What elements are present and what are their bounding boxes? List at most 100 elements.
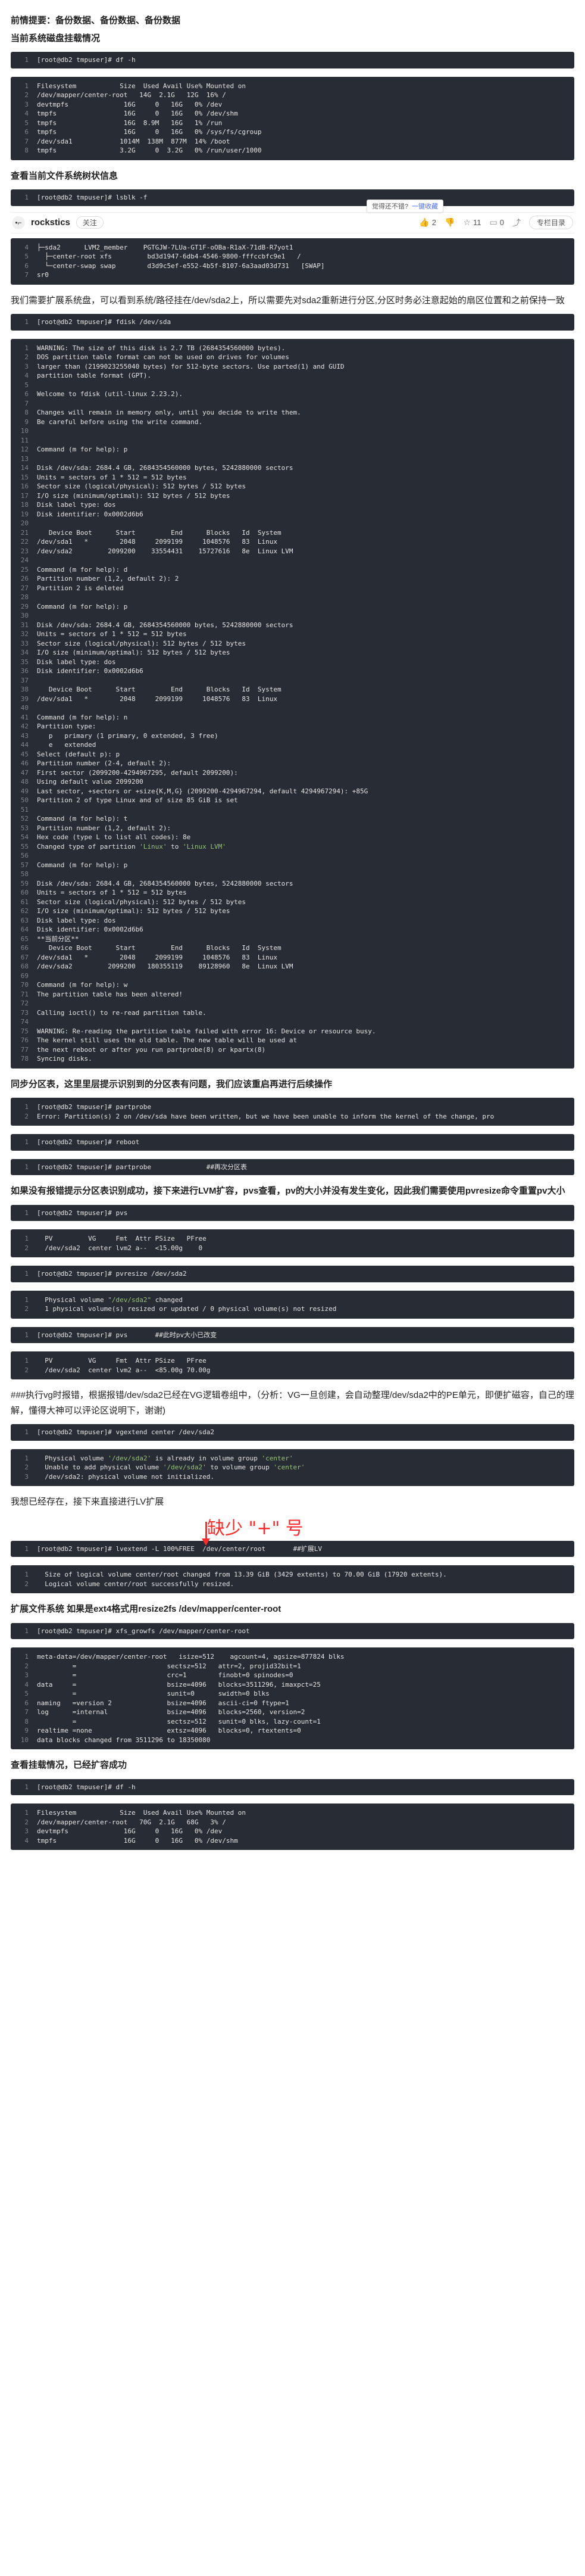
code-text: Sector size (logical/physical): 512 byte… (37, 482, 246, 490)
line-number: 75 (20, 1027, 29, 1035)
code-line: 11 (11, 436, 574, 446)
code-line: 1 [root@db2 tmpuser]# df -h (11, 55, 574, 65)
line-number: 5 (24, 1690, 29, 1697)
line-number: 7 (24, 1708, 29, 1716)
code-line: 38 Device Boot Start End Blocks Id Syste… (11, 685, 574, 694)
line-number: 18 (20, 501, 29, 509)
code-text: WARNING: The size of this disk is 2.7 TB… (37, 344, 286, 352)
code-line: 15 Units = sectors of 1 * 512 = 512 bytes (11, 473, 574, 482)
code-line: 8 = sectsz=512 sunit=0 blks, lazy-count=… (11, 1717, 574, 1727)
code-line: 52 Command (m for help): t (11, 814, 574, 824)
code-text: p primary (1 primary, 0 extended, 3 free… (37, 731, 218, 740)
view-partitions-heading: 查看当前文件系统树状信息 (11, 170, 118, 181)
code-line: 13 (11, 454, 574, 464)
code-text: Error: Partition(s) 2 on /dev/sda have b… (37, 1112, 495, 1120)
line-number: 11 (20, 436, 29, 444)
code-text: /dev/sda1 * 2048 2099199 1048576 83 Linu… (37, 694, 277, 703)
code-text: /dev/sda1 * 2048 2099199 1048576 83 Linu… (37, 953, 277, 961)
line-number: 12 (20, 446, 29, 453)
dislike-button[interactable]: 👎 (445, 217, 455, 228)
line-number: 41 (20, 713, 29, 721)
code-line: 70 Command (m for help): w (11, 980, 574, 990)
code-text: Disk label type: dos (37, 501, 116, 509)
share-button[interactable]: ⤴ (512, 217, 521, 229)
code-line: 4 tmpfs 16G 0 16G 0% /dev/shm (11, 1836, 574, 1846)
line-number: 20 (20, 519, 29, 527)
line-number: 6 (24, 261, 29, 270)
lvm-extend-explanation: 如果没有报错提示分区表识别成功，接下来进行LVM扩容，pvs查看，pv的大小并没… (11, 1186, 565, 1196)
code-text: e extended (37, 741, 96, 749)
intro-warning: 前情提要：备份数据、备份数据、备份数据 (11, 15, 181, 26)
code-text: **当前分区** (37, 935, 79, 943)
follow-button[interactable]: 关注 (76, 216, 104, 229)
code-text: Partition 2 of type Linux and of size 85… (37, 796, 238, 804)
line-number: 1 (24, 318, 29, 326)
column-catalog-button[interactable]: 专栏目录 (528, 216, 573, 229)
line-number: 1 (24, 1653, 29, 1661)
comment-icon: ▭ (489, 217, 498, 227)
code-line: 53 Partition number (1,2, default 2): (11, 824, 574, 833)
line-number: 61 (20, 898, 29, 906)
code-text: meta-data=/dev/mapper/center-root isize=… (37, 1653, 345, 1661)
code-line: 46 Partition number (2-4, default 2): (11, 759, 574, 768)
annotation-row: 缺少 "+" 号 (11, 1516, 574, 1546)
code-line: 41 Command (m for help): n (11, 713, 574, 722)
line-number: 48 (20, 778, 29, 786)
popup-link[interactable]: 一键收藏 (412, 203, 438, 210)
comment-button[interactable]: ▭ 0 (490, 217, 504, 228)
code-text: devtmpfs 16G 0 16G 0% /dev (37, 100, 223, 108)
code-line: 44 e extended (11, 740, 574, 750)
code-line: 39/dev/sda1 * 2048 2099199 1048576 83 Li… (11, 694, 574, 704)
code-line: 2 DOS partition table format can not be u… (11, 353, 574, 362)
code-line: 4 tmpfs 16G 0 16G 0% /dev/shm (11, 109, 574, 119)
code-line: 6 tmpfs 16G 0 16G 0% /sys/fs/cgroup (11, 127, 574, 137)
code-text: Last sector, +sectors or +size{K,M,G} (2… (37, 787, 368, 795)
code-line: 3 larger than (2199023255040 bytes) for 5… (11, 362, 574, 372)
code-line: 1 Physical volume "/dev/sda2" changed (11, 1295, 574, 1305)
pvs-command: 1 [root@db2 tmpuser]# pvs (11, 1204, 574, 1221)
code-text: Command (m for help): n (37, 713, 128, 721)
author-name[interactable]: rockstics (31, 217, 70, 228)
line-number: 22 (20, 538, 29, 546)
code-text: [root@db2 tmpuser]# xfs_growfs /dev/mapp… (37, 1627, 250, 1635)
code-line: 21 Device Boot Start End Blocks Id Syste… (11, 528, 574, 538)
line-number: 8 (24, 409, 29, 416)
code-line: 12 Command (m for help): p (11, 445, 574, 454)
favorite-popup[interactable]: 觉得还不错? 一键收藏 (366, 199, 443, 213)
vgextend-command: 1 [root@db2 tmpuser]# vgextend center /de… (11, 1424, 574, 1441)
line-number: 62 (20, 907, 29, 915)
line-number: 7 (24, 399, 29, 407)
code-text: Units = sectors of 1 * 512 = 512 bytes (37, 889, 187, 896)
code-line: 5 ├─center-root xfs bd3d1947-6db4-4546-9… (11, 252, 574, 261)
star-button[interactable]: ☆ 11 (463, 217, 481, 228)
code-text: = crc=1 finobt=0 spinodes=0 (37, 1671, 293, 1679)
like-count: 2 (431, 218, 437, 227)
code-line: 7/dev/sda1 1014M 138M 877M 14% /boot (11, 137, 574, 147)
code-text: [root@db2 tmpuser]# pvs ##此时pv大小已改变 (37, 1331, 217, 1339)
code-line: 1 [root@db2 tmpuser]# vgextend center /de… (11, 1428, 574, 1437)
code-line: 1 [root@db2 tmpuser]# xfs_growfs /dev/map… (11, 1627, 574, 1636)
code-line: 9 Be careful before using the write comma… (11, 418, 574, 427)
code-line: 6 └─center-swap swap d3d9c5ef-e552-4b5f-… (11, 261, 574, 271)
line-number: 1 (24, 1627, 29, 1635)
code-line: 33 Sector size (logical/physical): 512 by… (11, 639, 574, 649)
line-number: 1 (24, 1571, 29, 1578)
line-number: 38 (20, 686, 29, 693)
line-number: 1 (24, 1295, 29, 1304)
line-number: 46 (20, 759, 29, 767)
avatar[interactable]: •⌐ (12, 216, 25, 229)
like-button[interactable]: 👍 2 (419, 217, 436, 228)
xfs-heading: 扩展文件系统 如果是ext4格式用resize2fs /dev/mapper/c… (11, 1604, 281, 1614)
line-number: 35 (20, 658, 29, 666)
code-line: 23/dev/sda2 2099200 33554431 15727616 8e… (11, 547, 574, 556)
author-bar: 觉得还不错? 一键收藏 •⌐ rockstics 关注 👍 2 👎 ☆ 11 ▭ 0 ⤴… (11, 199, 574, 233)
code-text: [root@db2 tmpuser]# lvextend -L 100%FREE… (37, 1544, 322, 1553)
code-text: the next reboot or after you run partpro… (37, 1045, 266, 1054)
code-text: data = bsize=4096 blocks=3511296, imaxpc… (37, 1680, 321, 1689)
